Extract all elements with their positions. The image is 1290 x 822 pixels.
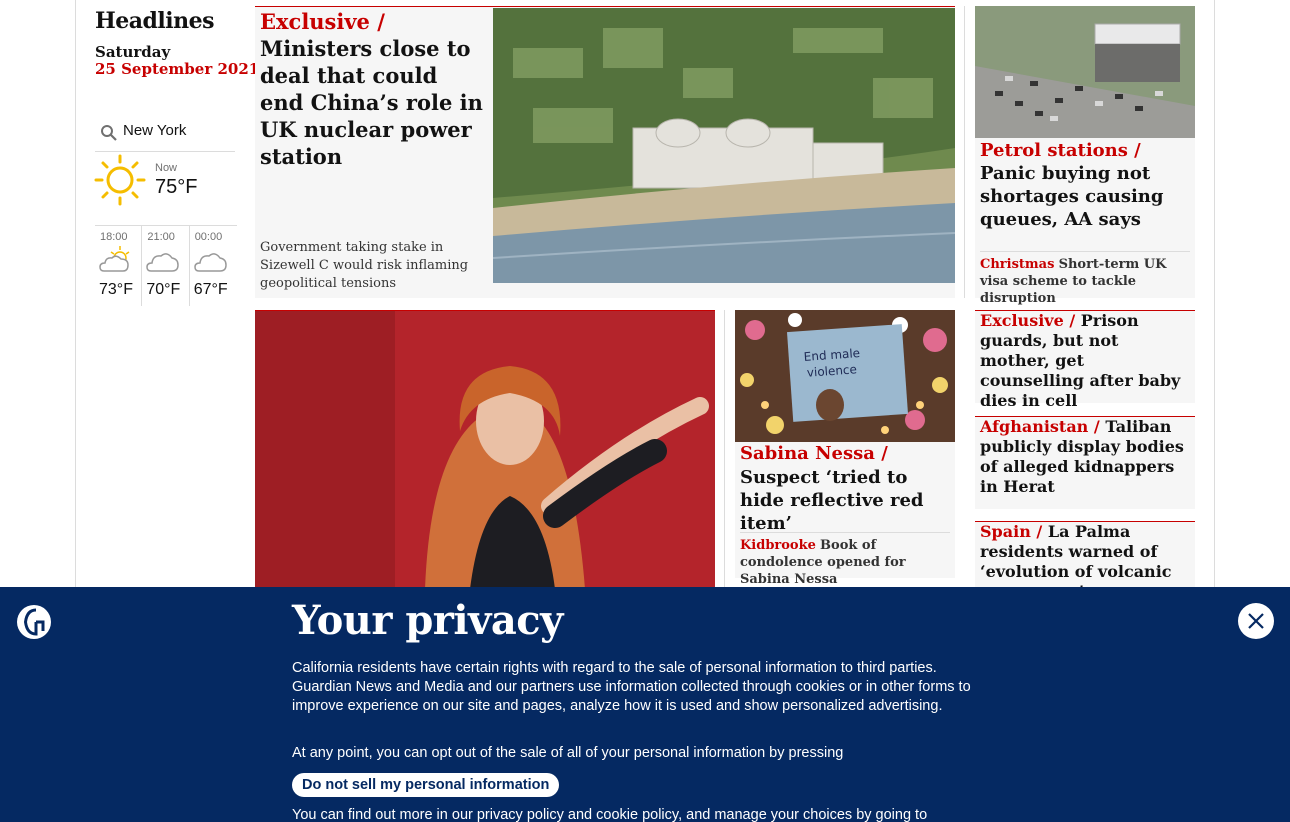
close-icon xyxy=(1248,613,1264,629)
story-kicker: Afghanistan / xyxy=(980,417,1100,436)
story-kicker: Exclusive / xyxy=(980,311,1076,330)
partly-cloudy-icon xyxy=(99,246,130,272)
story-kicker: Exclusive / xyxy=(260,9,385,34)
do-not-sell-button[interactable]: Do not sell my personal information xyxy=(292,773,560,797)
cloud-icon xyxy=(146,253,180,272)
weather-now-label: Now xyxy=(155,162,178,174)
date-full: 25 September 2021 xyxy=(95,60,260,78)
story-card[interactable]: Spain / La Palma residents warned of ‘ev… xyxy=(975,521,1195,601)
forecast-temp: 73°F xyxy=(99,281,133,298)
column-divider xyxy=(964,6,965,298)
date-day: Saturday xyxy=(95,43,171,61)
guardian-logo-icon xyxy=(17,605,51,639)
forecast-item: 00:00 67°F xyxy=(190,226,237,306)
weather-location-search[interactable]: New York xyxy=(95,118,235,152)
cloud-icon xyxy=(193,253,227,272)
weather-now-temp: 75°F xyxy=(155,176,198,198)
column-divider xyxy=(724,310,725,590)
lead-story-card[interactable]: Exclusive / Ministers close to deal that… xyxy=(255,6,955,298)
forecast-item: 21:00 70°F xyxy=(142,226,190,306)
privacy-text: California residents have certain rights… xyxy=(292,660,971,714)
forecast-time: 21:00 xyxy=(147,231,175,243)
story-kicker: Petrol stations / xyxy=(980,140,1141,161)
story-kicker: Spain / xyxy=(980,522,1043,541)
sublink[interactable]: Kidbrooke Book of condolence opened for … xyxy=(740,532,950,588)
story-card[interactable]: Afghanistan / Taliban publicly display b… xyxy=(975,416,1195,509)
story-image[interactable] xyxy=(255,310,715,588)
close-button[interactable] xyxy=(1238,603,1274,639)
privacy-title: Your privacy xyxy=(292,597,563,644)
privacy-banner: Your privacy California residents have c… xyxy=(0,587,1290,822)
story-headline[interactable]: Ministers close to deal that could end C… xyxy=(260,35,485,170)
story-card[interactable]: Exclusive / Prison guards, but not mothe… xyxy=(975,310,1195,410)
story-image[interactable] xyxy=(493,8,955,283)
story-headline[interactable]: Petrol stations / Panic buying not short… xyxy=(980,139,1192,231)
forecast-item: 18:00 73°F xyxy=(95,226,143,306)
story-standfirst: Government taking stake in Sizewell C wo… xyxy=(260,240,469,291)
forecast-temp: 67°F xyxy=(193,281,228,298)
forecast-temp: 70°F xyxy=(146,281,181,298)
sabina-story-card[interactable]: End male violence Sabina Nessa / Suspect… xyxy=(735,310,955,587)
weather-forecast: 18:00 73°F 21:00 70°F 00:00 67°F xyxy=(95,225,237,306)
section-title: Headlines xyxy=(95,8,215,34)
story-image[interactable]: End male violence xyxy=(735,310,955,442)
sublink[interactable]: Christmas Short-term UK visa scheme to t… xyxy=(980,251,1190,307)
search-icon xyxy=(101,125,117,141)
story-kicker: Sabina Nessa / xyxy=(740,443,888,464)
forecast-time: 18:00 xyxy=(100,231,128,243)
sublink-kicker: Christmas xyxy=(980,257,1055,272)
sun-icon xyxy=(94,154,146,206)
forecast-time: 00:00 xyxy=(194,231,223,243)
privacy-text: At any point, you can opt out of the sal… xyxy=(292,745,844,761)
story-headline-text: Panic buying not shortages causing queue… xyxy=(980,163,1164,230)
story-image[interactable] xyxy=(975,6,1195,138)
sublink-kicker: Kidbrooke xyxy=(740,538,816,553)
privacy-text: You can find out more in our privacy pol… xyxy=(292,807,928,822)
story-headline[interactable]: Suspect ‘tried to hide reflective red it… xyxy=(740,466,950,535)
petrol-story-card[interactable]: Petrol stations / Panic buying not short… xyxy=(975,6,1195,306)
weather-location: New York xyxy=(123,122,187,139)
